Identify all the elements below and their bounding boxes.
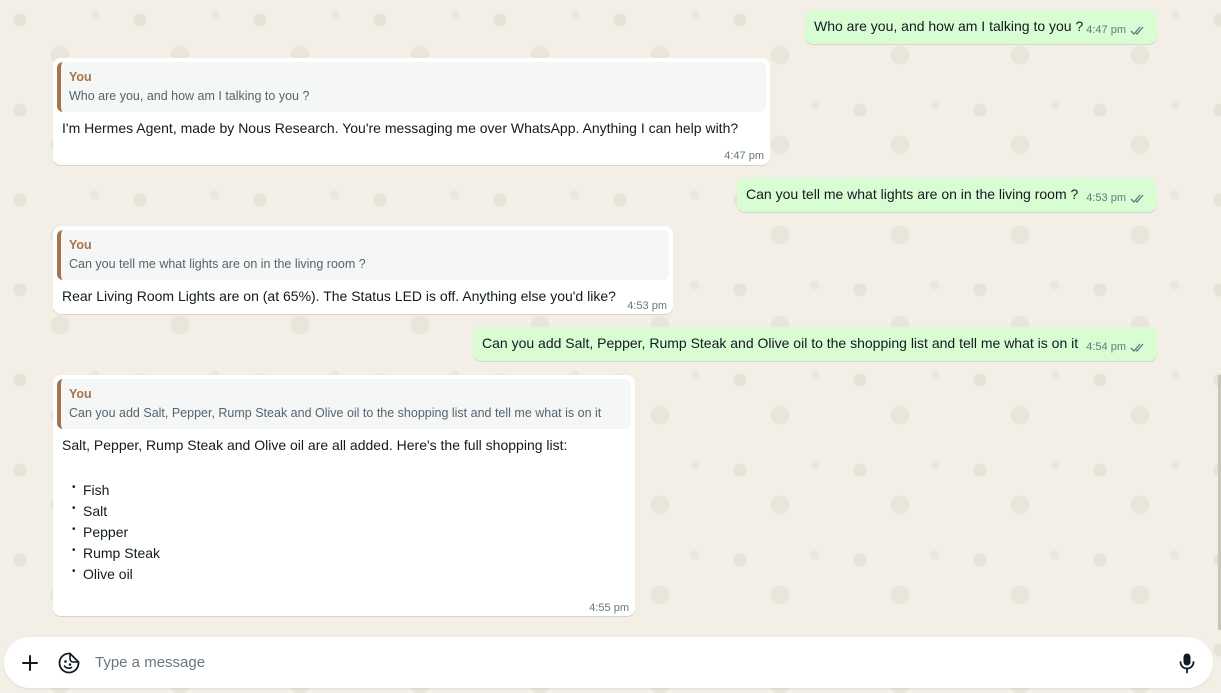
message-composer [4,637,1213,688]
outgoing-message[interactable]: Can you tell me what lights are on in th… [737,178,1157,212]
list-item: • Olive oil [62,564,160,585]
quote-author: You [69,238,92,252]
message-meta: 4:47 pm [1086,21,1146,40]
incoming-message[interactable]: You Who are you, and how am I talking to… [53,58,770,165]
message-text: I'm Hermes Agent, made by Nous Research.… [62,120,739,136]
message-time: 4:53 pm [1086,192,1126,204]
sticker-icon [58,652,79,673]
read-ticks-icon [1130,26,1144,35]
list-bullet: • [72,503,76,514]
message-time: 4:55 pm [589,602,629,614]
list-item: • Rump Steak [62,543,160,564]
message-text: Salt, Pepper, Rump Steak and Olive oil a… [62,437,568,453]
quote-author: You [69,387,92,401]
list-bullet: • [72,482,76,493]
list-item: • Fish [62,480,160,501]
list-bullet: • [72,524,76,535]
message-meta: 4:53 pm [1086,189,1146,208]
quote-text: Can you tell me what lights are on in th… [69,257,366,271]
attach-button[interactable] [16,649,43,676]
list-item: • Salt [62,501,160,522]
quoted-message[interactable]: You Who are you, and how am I talking to… [57,62,766,112]
quote-author: You [69,70,92,84]
microphone-icon [1179,653,1194,673]
list-bullet: • [72,566,76,577]
message-time: 4:53 pm [627,300,667,312]
read-ticks-icon [1130,343,1144,352]
quote-text: Who are you, and how am I talking to you… [69,89,310,103]
message-meta: 4:54 pm [1086,338,1146,357]
message-time: 4:47 pm [1086,24,1126,36]
emoji-button[interactable] [55,649,82,676]
message-text: Can you tell me what lights are on in th… [746,186,1079,202]
message-list[interactable]: Who are you, and how am I talking to you… [0,0,1221,636]
read-ticks-icon [1130,194,1144,203]
message-text: Rear Living Room Lights are on (at 65%).… [62,288,616,304]
message-input[interactable] [95,649,1155,676]
incoming-message[interactable]: You Can you tell me what lights are on i… [53,226,673,314]
quoted-message[interactable]: You Can you tell me what lights are on i… [57,230,669,280]
voice-message-button[interactable] [1173,649,1200,676]
message-text: Can you add Salt, Pepper, Rump Steak and… [482,335,1079,351]
message-time: 4:47 pm [724,150,764,162]
message-time: 4:54 pm [1086,341,1126,353]
list-bullet: • [72,545,76,556]
list-item: • Pepper [62,522,160,543]
quote-text: Can you add Salt, Pepper, Rump Steak and… [69,406,602,420]
plus-icon [21,654,38,671]
incoming-message[interactable]: You Can you add Salt, Pepper, Rump Steak… [53,375,635,616]
quoted-message[interactable]: You Can you add Salt, Pepper, Rump Steak… [57,379,631,429]
shopping-list: • Fish • Salt • Pepper • Rump Steak • Olive o… [62,480,160,585]
outgoing-message[interactable]: Who are you, and how am I talking to you… [805,10,1157,44]
outgoing-message[interactable]: Can you add Salt, Pepper, Rump Steak and… [473,327,1157,361]
message-text: Who are you, and how am I talking to you… [814,18,1084,34]
